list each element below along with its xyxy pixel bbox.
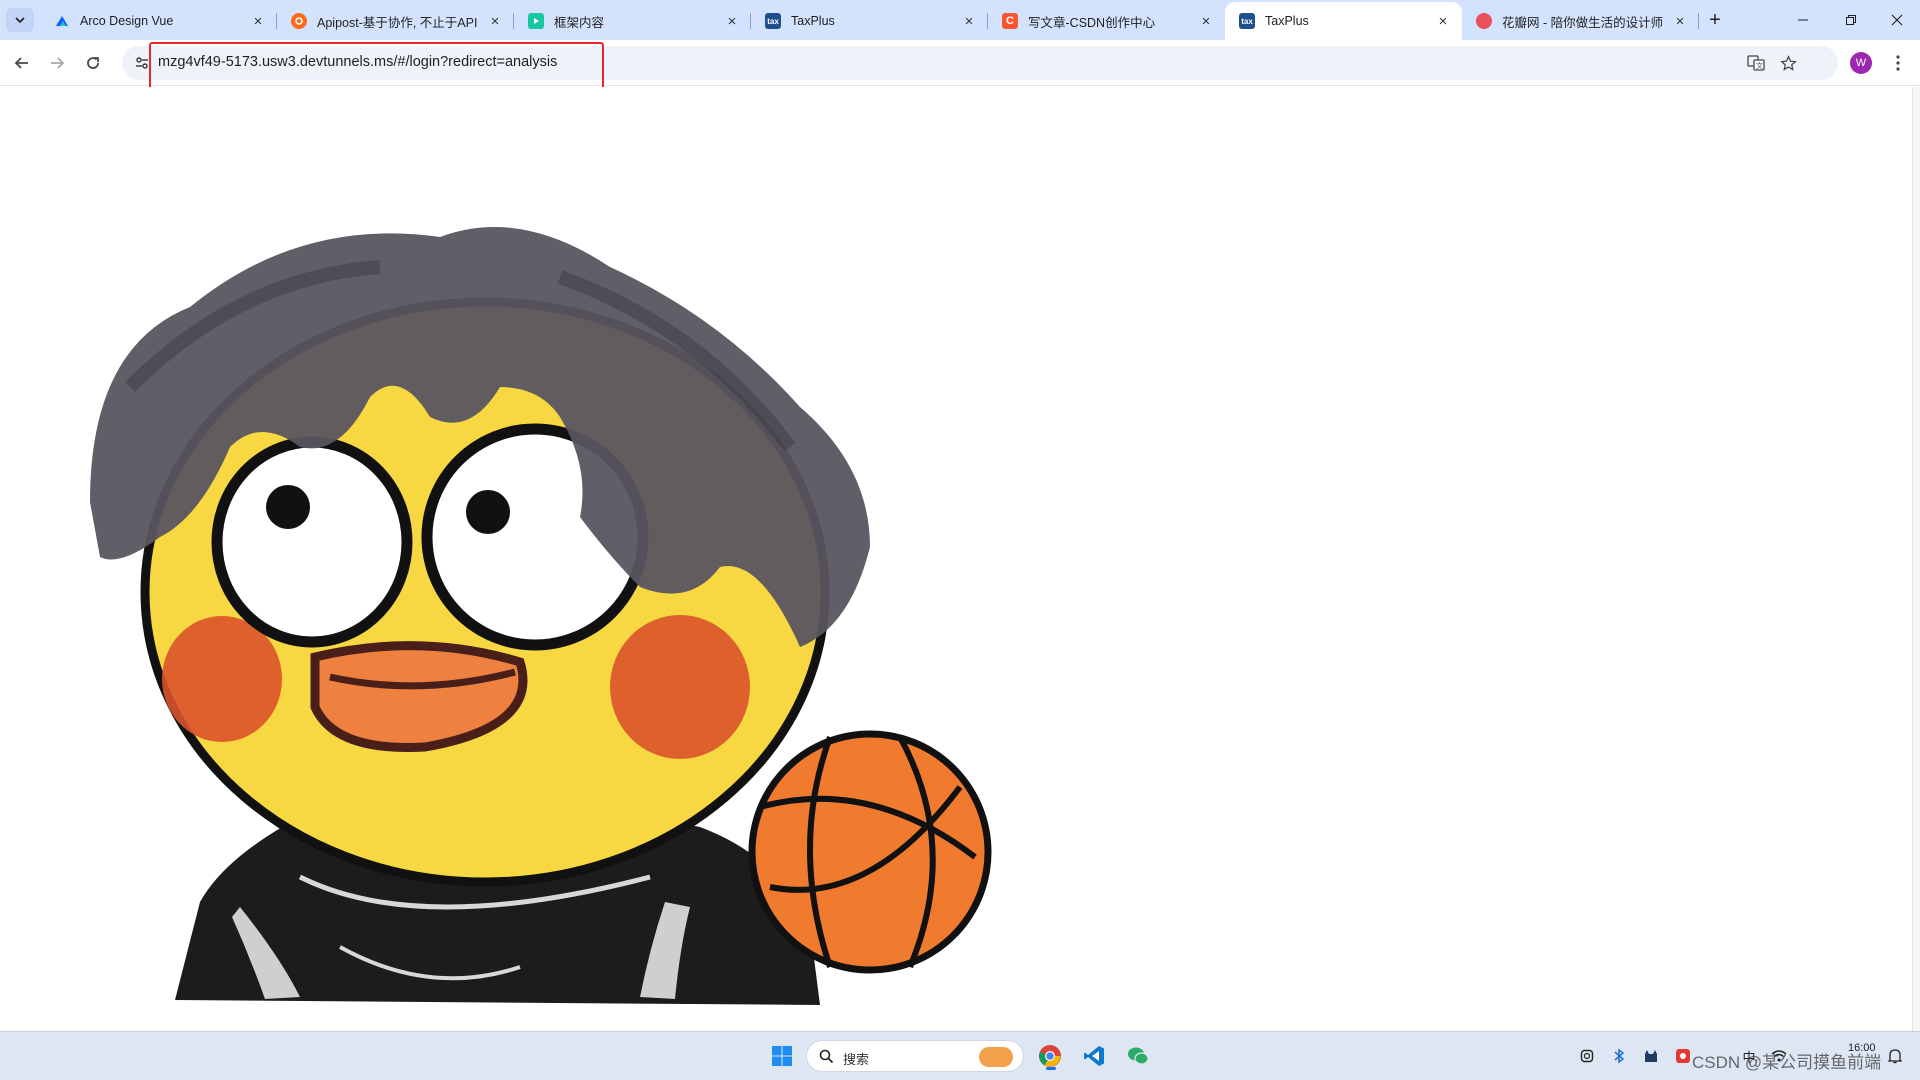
scrollbar[interactable] xyxy=(1912,87,1920,1031)
close-icon xyxy=(1891,14,1903,26)
minimize-icon xyxy=(1798,19,1808,21)
close-icon[interactable]: × xyxy=(1671,12,1689,30)
taxplus-icon: tax xyxy=(1239,13,1255,29)
taxplus-icon: tax xyxy=(765,13,781,29)
reload-icon xyxy=(87,57,99,69)
taskbar-search[interactable]: 搜索 xyxy=(806,1040,1024,1072)
close-icon[interactable]: × xyxy=(723,12,741,30)
reload-button[interactable] xyxy=(79,49,107,77)
tab-framework-content[interactable]: 框架内容 × xyxy=(514,2,751,40)
new-tab-button[interactable]: + xyxy=(1703,8,1727,32)
duck-illustration xyxy=(90,227,992,1005)
taskbar: 搜索 中 16:00 xyxy=(0,1031,1920,1080)
watermark-text: CSDN @某公司摸鱼前端 xyxy=(1692,1053,1882,1072)
close-icon[interactable]: × xyxy=(960,12,978,30)
translate-button[interactable]: 文 xyxy=(1742,49,1770,77)
profile-avatar[interactable]: W xyxy=(1850,52,1872,74)
bluetooth-icon[interactable] xyxy=(1610,1047,1628,1065)
apipost-icon xyxy=(291,13,307,29)
vscode-icon xyxy=(1084,1046,1104,1066)
restore-icon xyxy=(1846,15,1856,25)
play-icon xyxy=(528,13,544,29)
tab-strip: Arco Design Vue × Apipost-基于协作, 不止于API ×… xyxy=(0,0,1920,40)
tab-title: Apipost-基于协作, 不止于API xyxy=(317,15,478,30)
huaban-icon xyxy=(1476,13,1492,29)
tab-huaban[interactable]: 花瓣网 - 陪你做生活的设计师 × xyxy=(1462,2,1699,40)
notification-icon[interactable] xyxy=(1886,1047,1904,1065)
close-icon[interactable]: × xyxy=(249,12,267,30)
active-indicator xyxy=(1046,1067,1056,1070)
chrome-taskbar-button[interactable] xyxy=(1034,1040,1066,1072)
vscode-taskbar-button[interactable] xyxy=(1078,1040,1110,1072)
tab-title: Arco Design Vue xyxy=(80,14,174,28)
arrow-right-icon xyxy=(51,57,65,69)
minimize-button[interactable] xyxy=(1780,0,1826,40)
search-highlight-icon xyxy=(979,1047,1013,1067)
wechat-taskbar-button[interactable] xyxy=(1122,1040,1154,1072)
chrome-icon xyxy=(1039,1045,1061,1067)
tab-list: Arco Design Vue × Apipost-基于协作, 不止于API ×… xyxy=(40,2,1699,40)
search-label: 搜索 xyxy=(843,1052,870,1067)
close-icon[interactable]: × xyxy=(1197,12,1215,30)
red-app-icon[interactable] xyxy=(1674,1047,1692,1065)
menu-button[interactable] xyxy=(1884,49,1912,77)
star-icon xyxy=(1779,54,1797,71)
tab-title: TaxPlus xyxy=(1265,14,1309,28)
tab-csdn-write[interactable]: C 写文章-CSDN创作中心 × xyxy=(988,2,1225,40)
tab-title: 花瓣网 - 陪你做生活的设计师 xyxy=(1502,15,1664,30)
page-content xyxy=(0,87,1912,1031)
tab-apipost[interactable]: Apipost-基于协作, 不止于API × xyxy=(277,2,514,40)
tab-search-button[interactable] xyxy=(6,8,34,32)
close-window-button[interactable] xyxy=(1874,0,1920,40)
forward-button[interactable] xyxy=(43,49,71,77)
csdn-icon: C xyxy=(1002,13,1018,29)
cat-app-icon[interactable] xyxy=(1642,1047,1660,1065)
tab-separator xyxy=(1698,13,1699,29)
tab-arco-design-vue[interactable]: Arco Design Vue × xyxy=(40,2,277,40)
wechat-icon xyxy=(1128,1047,1149,1065)
tab-title: TaxPlus xyxy=(791,14,835,28)
tab-taxplus-1[interactable]: tax TaxPlus × xyxy=(751,2,988,40)
tab-title: 写文章-CSDN创作中心 xyxy=(1028,15,1156,30)
windows-icon xyxy=(772,1046,792,1066)
more-vert-icon xyxy=(1896,55,1900,71)
start-button[interactable] xyxy=(766,1040,798,1072)
tab-title: 框架内容 xyxy=(554,15,605,30)
close-icon[interactable]: × xyxy=(486,12,504,30)
bookmark-button[interactable] xyxy=(1774,49,1802,77)
tune-icon xyxy=(136,57,148,69)
translate-icon: 文 xyxy=(1747,55,1765,71)
arco-icon xyxy=(54,13,70,29)
tab-taxplus-active[interactable]: tax TaxPlus × xyxy=(1225,2,1462,40)
back-button[interactable] xyxy=(8,49,36,77)
close-icon[interactable]: × xyxy=(1434,12,1452,30)
svg-text:文: 文 xyxy=(1756,61,1763,70)
arrow-left-icon xyxy=(14,57,28,69)
restore-button[interactable] xyxy=(1828,0,1874,40)
chevron-down-icon xyxy=(15,17,25,24)
url-highlight-box xyxy=(149,42,604,90)
tray-app-icon[interactable] xyxy=(1578,1047,1596,1065)
search-icon xyxy=(819,1049,834,1064)
